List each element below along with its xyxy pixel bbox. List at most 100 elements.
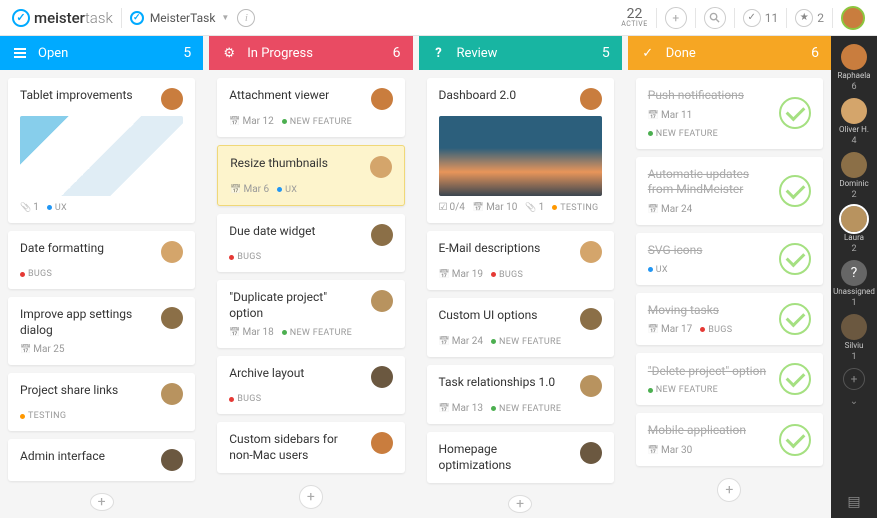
add-button[interactable]: + [665,7,687,29]
tag: TESTING [20,411,66,421]
assignee-avatar[interactable] [161,88,183,110]
add-card-button[interactable]: + [299,485,323,509]
view-toggle-icon[interactable]: ▤ [847,494,860,510]
done-check-icon [779,424,811,456]
card-meta: Mar 11NEW FEATURE [648,110,769,139]
column-header[interactable]: Open 5 [0,36,203,70]
member-unassigned[interactable]: ?Unassigned1 [833,260,875,308]
member-dominic[interactable]: Dominic2 [839,152,868,200]
more-members-button[interactable]: ⌄ [850,396,858,407]
check-circle-icon: ✓ [743,9,761,27]
divider [734,8,735,28]
column-title: Open [38,46,68,61]
task-card[interactable]: Due date widgetBUGS [217,214,404,272]
task-card[interactable]: Improve app settings dialogMar 25 [8,297,195,365]
member-count: 2 [851,190,856,200]
project-selector[interactable]: ✓ MeisterTask ▼ [130,11,230,25]
task-card[interactable]: Tablet improvements1UX [8,78,195,223]
tag: NEW FEATURE [282,328,352,338]
divider [656,8,657,28]
logo-text-bold: meister [34,9,85,27]
column-count: 5 [183,45,191,61]
assignee-avatar[interactable] [161,383,183,405]
task-card[interactable]: Moving tasksMar 17BUGS [636,293,823,346]
add-member-button[interactable]: + [843,368,865,390]
assignee-avatar[interactable] [580,442,602,464]
task-card[interactable]: Custom sidebars for non-Mac users [217,422,404,473]
column-header[interactable]: ?Review5 [419,36,622,70]
column-header[interactable]: ✓Done6 [628,36,831,70]
member-count: 4 [851,136,856,146]
assignee-avatar[interactable] [371,432,393,454]
tag: NEW FEATURE [491,404,561,414]
member-oliverh[interactable]: Oliver H.4 [839,98,869,146]
card-meta: Mar 24 [648,204,769,215]
add-card-button[interactable]: + [90,493,114,511]
tag: BUGS [229,394,261,404]
assignee-avatar[interactable] [371,366,393,388]
card-title: "Delete project" option [648,364,769,380]
task-card[interactable]: Task relationships 1.0Mar 13NEW FEATURE [427,365,614,424]
assignee-avatar[interactable] [580,241,602,263]
assignee-avatar[interactable] [371,88,393,110]
task-card[interactable]: Custom UI optionsMar 24NEW FEATURE [427,298,614,357]
active-count[interactable]: 22 ACTIVE [621,7,648,28]
completed-count[interactable]: ✓ 11 [743,9,779,27]
task-card[interactable]: Homepage optimizations [427,432,614,483]
starred-count[interactable]: ★ 2 [795,9,824,27]
assignee-avatar[interactable] [580,375,602,397]
active-number: 22 [621,7,648,21]
task-card[interactable]: "Duplicate project" optionMar 18NEW FEAT… [217,280,404,348]
tag: BUGS [700,325,732,335]
task-card[interactable]: Push notificationsMar 11NEW FEATURE [636,78,823,149]
assignee-avatar[interactable] [580,88,602,110]
task-card[interactable]: E-Mail descriptionsMar 19BUGS [427,231,614,290]
assignee-avatar[interactable] [371,224,393,246]
task-card[interactable]: SVG iconsUX [636,233,823,285]
logo-text-light: task [85,9,113,27]
due-date: Mar 13 [439,403,484,414]
card-meta: TESTING [20,411,183,421]
assignee-avatar[interactable] [580,308,602,330]
task-card[interactable]: Date formattingBUGS [8,231,195,289]
tag: UX [648,265,668,275]
assignee-avatar[interactable] [161,241,183,263]
assignee-avatar[interactable] [161,307,183,329]
assignee-avatar[interactable] [371,290,393,312]
task-card[interactable]: Automatic updates from MindMeisterMar 24 [636,157,823,225]
assignee-avatar[interactable] [370,156,392,178]
add-card-button[interactable]: + [508,495,532,513]
due-date: Mar 10 [473,202,518,213]
due-date: Mar 25 [20,344,65,355]
card-title: Admin interface [20,449,153,465]
member-silviu[interactable]: Silviu1 [841,314,867,362]
logo[interactable]: ✓ meistertask [12,9,113,27]
card-title: Attachment viewer [229,88,362,104]
task-card[interactable]: Project share links TESTING [8,373,195,431]
column-progress: ⚙In Progress6 Attachment viewerMar 12NEW … [209,36,412,518]
card-meta: Mar 17BUGS [648,324,769,335]
column-body: Push notificationsMar 11NEW FEATURE Autom… [628,70,831,518]
info-icon[interactable]: i [237,9,255,27]
task-card[interactable]: Archive layoutBUGS [217,356,404,414]
due-date: Mar 19 [439,269,484,280]
task-card[interactable]: Resize thumbnailsMar 6UX [217,145,404,206]
question-icon: ? [435,46,441,61]
project-name: MeisterTask [150,11,216,25]
add-card-button[interactable]: + [717,478,741,502]
card-title: Homepage optimizations [439,442,572,473]
task-card[interactable]: Attachment viewerMar 12NEW FEATURE [217,78,404,137]
user-avatar[interactable] [841,6,865,30]
task-card[interactable]: "Delete project" optionNEW FEATURE [636,353,823,405]
card-title: Custom UI options [439,308,572,324]
task-card[interactable]: Admin interface [8,439,195,481]
column-header[interactable]: ⚙In Progress6 [209,36,412,70]
column-review: ?Review5 Dashboard 2.00/4Mar 101TESTING E-… [419,36,622,518]
member-raphaela[interactable]: Raphaela6 [837,44,870,92]
assignee-avatar[interactable] [161,449,183,471]
task-card[interactable]: Mobile applicationMar 30 [636,413,823,466]
member-laura[interactable]: Laura2 [841,206,867,254]
search-icon[interactable] [704,7,726,29]
card-title: Project share links [20,383,153,399]
task-card[interactable]: Dashboard 2.00/4Mar 101TESTING [427,78,614,223]
